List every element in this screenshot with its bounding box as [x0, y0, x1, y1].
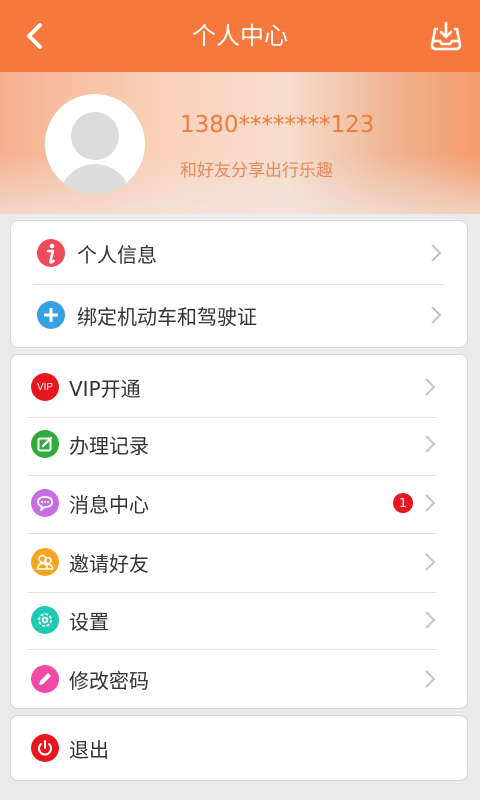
menu-item-label: 办理记录: [69, 433, 149, 458]
menu-item-change-password[interactable]: 修改密码: [11, 649, 467, 709]
power-icon: [31, 734, 59, 762]
chevron-right-icon: [425, 553, 436, 571]
chevron-right-icon: [431, 244, 442, 262]
unread-badge: 1: [393, 493, 413, 513]
download-tray-icon: [430, 21, 462, 51]
menu-item-label: 邀请好友: [69, 551, 149, 576]
phone-number: 1380********123: [180, 112, 375, 138]
vip-icon: VIP: [31, 373, 59, 401]
chevron-right-icon: [431, 306, 442, 324]
menu-item-invite-friends[interactable]: 邀请好友: [11, 532, 467, 592]
menu-item-label: 绑定机动车和驾驶证: [77, 304, 257, 329]
logout-card: 退出: [10, 715, 468, 781]
menu-item-label: 退出: [69, 737, 109, 762]
menu-item-vip[interactable]: VIP VIP开通: [11, 357, 467, 417]
menu-item-label: 消息中心: [69, 492, 149, 517]
menu-item-label: 修改密码: [69, 668, 149, 693]
chat-bubble-icon: [31, 489, 59, 517]
menu-item-bind-vehicle[interactable]: 绑定机动车和驾驶证: [11, 285, 467, 345]
chevron-right-icon: [425, 670, 436, 688]
download-button[interactable]: [428, 18, 464, 54]
avatar[interactable]: [45, 94, 145, 194]
chevron-right-icon: [425, 435, 436, 453]
services-card: VIP VIP开通 办理记录 消息中心 1 邀请好友 设置 修改密码: [10, 354, 468, 709]
page-title: 个人中心: [192, 22, 288, 50]
pencil-icon: [31, 665, 59, 693]
menu-item-settings[interactable]: 设置: [11, 590, 467, 650]
avatar-head-shape: [71, 112, 119, 160]
menu-item-label: 设置: [69, 609, 109, 634]
plus-icon: [37, 301, 65, 329]
menu-item-messages[interactable]: 消息中心 1: [11, 473, 467, 533]
profile-slogan: 和好友分享出行乐趣: [180, 161, 333, 181]
menu-item-logout[interactable]: 退出: [11, 718, 467, 778]
edit-note-icon: [31, 430, 59, 458]
menu-item-personal-info[interactable]: 个人信息: [11, 223, 467, 283]
info-icon: [37, 239, 65, 267]
top-bar: 个人中心: [0, 0, 480, 72]
profile-banner: 1380********123 和好友分享出行乐趣: [0, 72, 480, 214]
account-card: 个人信息 绑定机动车和驾驶证: [10, 220, 468, 348]
menu-item-label: VIP开通: [69, 376, 141, 401]
menu-item-records[interactable]: 办理记录: [11, 414, 467, 474]
menu-item-label: 个人信息: [77, 242, 157, 267]
friends-icon: [31, 548, 59, 576]
avatar-body-shape: [59, 164, 131, 194]
gear-icon: [31, 606, 59, 634]
chevron-right-icon: [425, 611, 436, 629]
chevron-right-icon: [425, 494, 436, 512]
chevron-right-icon: [425, 378, 436, 396]
